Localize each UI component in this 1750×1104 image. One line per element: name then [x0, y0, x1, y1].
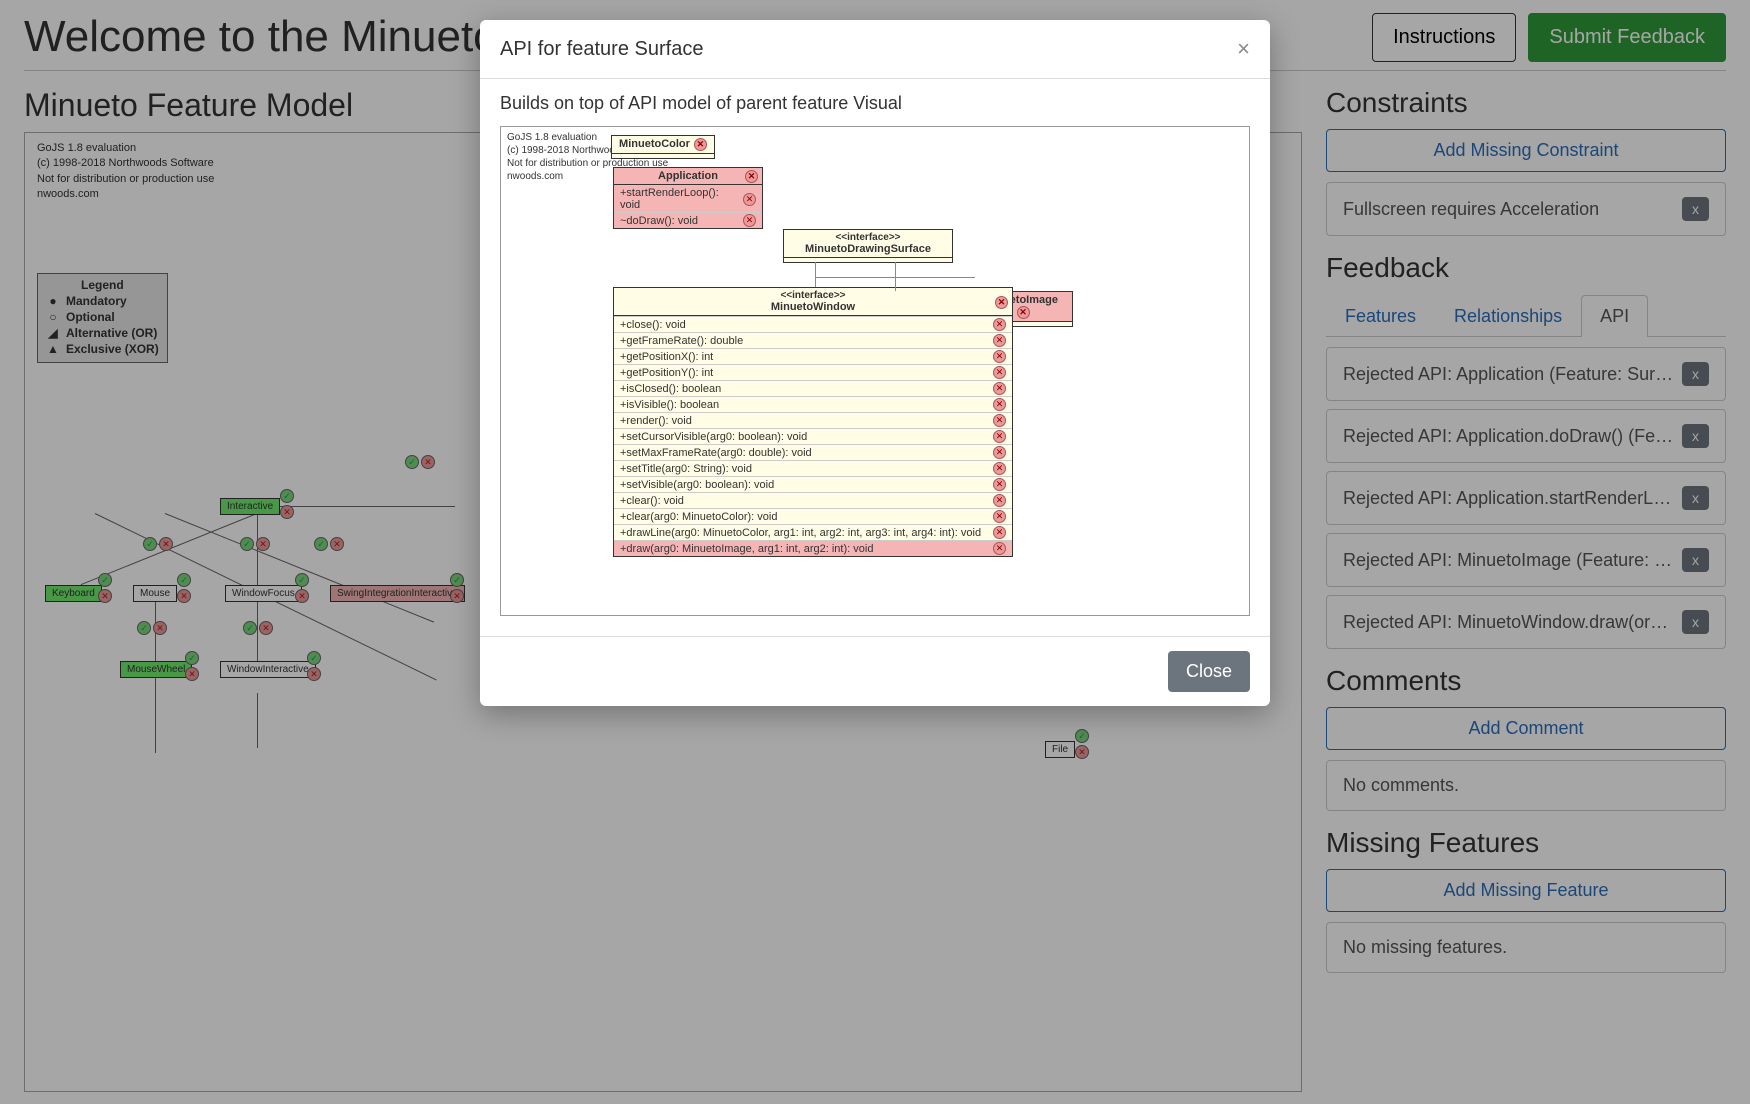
uml-class-application[interactable]: Application✕ +startRenderLoop(): void✕~d… — [613, 167, 763, 229]
uml-class-minuetocolor[interactable]: MinuetoColor✕ — [611, 135, 715, 159]
close-icon[interactable]: × — [1237, 36, 1250, 62]
close-button[interactable]: Close — [1168, 651, 1250, 692]
modal-description: Builds on top of API model of parent fea… — [500, 93, 1250, 114]
api-modal: API for feature Surface × Builds on top … — [480, 20, 1270, 706]
modal-title: API for feature Surface — [500, 38, 703, 61]
modal-overlay[interactable]: API for feature Surface × Builds on top … — [0, 0, 1750, 1104]
uml-class-drawingsurface[interactable]: <<interface>> MinuetoDrawingSurface — [783, 229, 953, 263]
uml-canvas[interactable]: GoJS 1.8 evaluation (c) 1998-2018 Northw… — [500, 126, 1250, 616]
uml-class-minuetowindow[interactable]: <<interface>> MinuetoWindow ✕ +close(): … — [613, 287, 1013, 557]
